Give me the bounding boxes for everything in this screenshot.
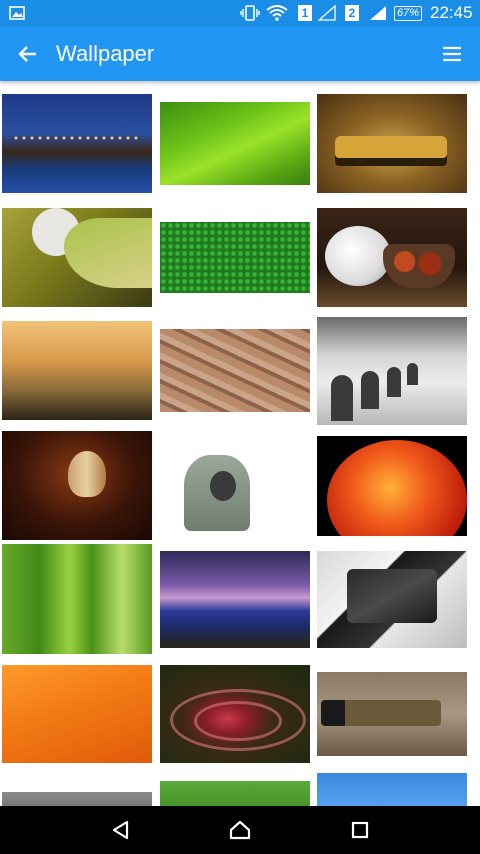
wallpaper-thumbnail[interactable]	[317, 773, 467, 806]
wallpaper-thumbnail[interactable]	[2, 544, 152, 654]
wallpaper-thumbnail[interactable]	[160, 781, 310, 806]
image-notification-icon	[9, 0, 25, 26]
wallpaper-thumbnail[interactable]	[160, 551, 310, 648]
wallpaper-thumbnail[interactable]	[2, 665, 152, 763]
vibrate-icon	[240, 0, 260, 26]
wallpaper-thumbnail[interactable]	[160, 329, 310, 412]
wallpaper-thumbnail[interactable]	[317, 94, 467, 193]
wallpaper-thumbnail[interactable]	[317, 208, 467, 307]
wallpaper-thumbnail[interactable]	[317, 317, 467, 425]
navigation-bar	[0, 806, 480, 854]
menu-icon[interactable]	[432, 34, 472, 74]
wallpaper-thumbnail[interactable]	[2, 94, 152, 193]
recents-nav-icon[interactable]	[340, 810, 380, 850]
signal-sim1-icon	[318, 0, 336, 26]
back-arrow-icon[interactable]	[8, 34, 48, 74]
wallpaper-thumbnail[interactable]	[317, 551, 467, 648]
home-nav-icon[interactable]	[220, 810, 260, 850]
wallpaper-thumbnail[interactable]	[2, 321, 152, 420]
wallpaper-thumbnail[interactable]	[160, 665, 310, 763]
wallpaper-thumbnail[interactable]	[2, 792, 152, 806]
signal-sim2-icon	[369, 0, 387, 26]
sim2-badge: 2	[345, 0, 359, 26]
app-bar: Wallpaper	[0, 26, 480, 81]
wallpaper-thumbnail[interactable]	[2, 431, 152, 540]
battery-indicator: 67%	[394, 0, 423, 26]
wallpaper-thumbnail[interactable]	[160, 102, 310, 185]
clock: 22:45	[430, 3, 473, 22]
page-title: Wallpaper	[56, 41, 155, 66]
sim1-badge: 1	[298, 0, 312, 26]
status-bar: 1 2 67% 22:45	[0, 0, 480, 26]
wifi-icon	[266, 0, 288, 26]
wallpaper-thumbnail[interactable]	[160, 222, 310, 293]
wallpaper-thumbnail[interactable]	[317, 436, 467, 536]
wallpaper-thumbnail[interactable]	[317, 672, 467, 756]
back-nav-icon[interactable]	[100, 810, 140, 850]
wallpaper-thumbnail[interactable]	[2, 208, 152, 307]
wallpaper-thumbnail[interactable]	[160, 431, 310, 540]
wallpaper-grid	[0, 81, 480, 806]
